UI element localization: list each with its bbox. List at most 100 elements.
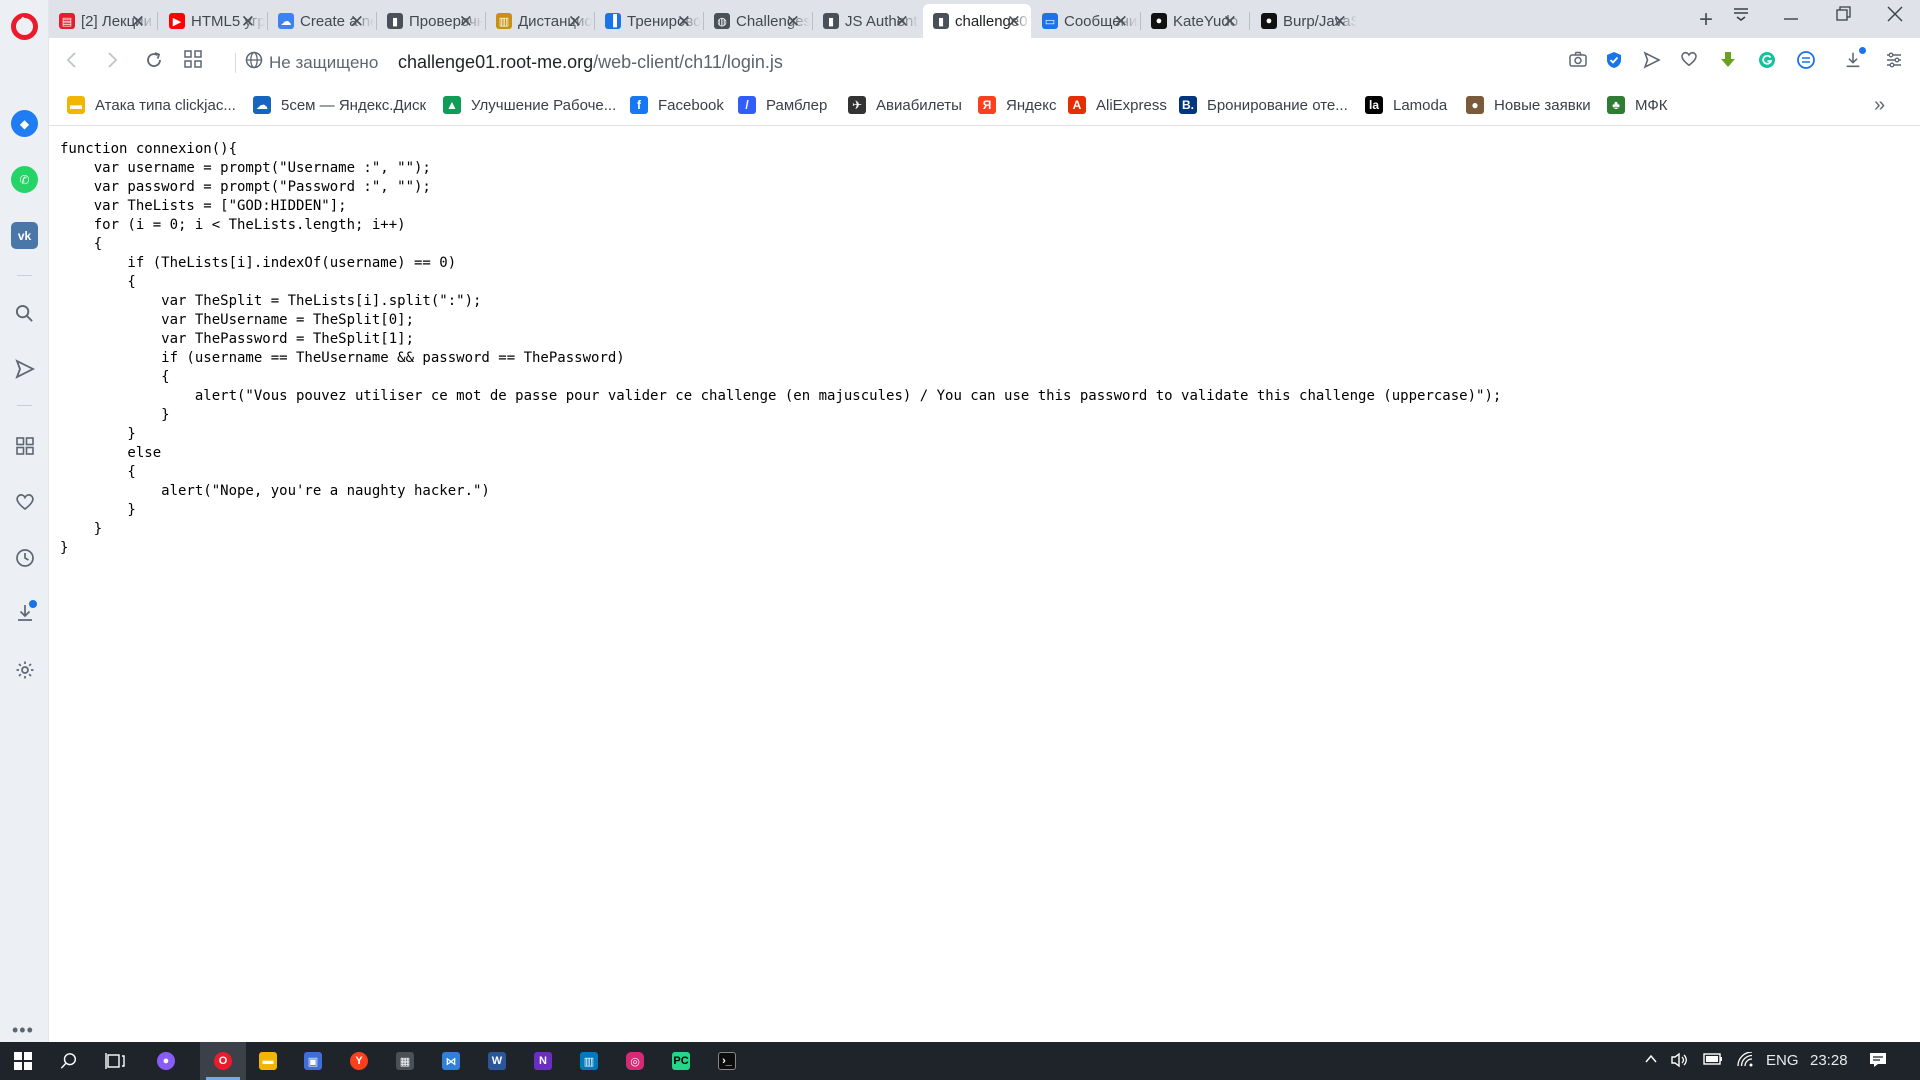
cortana-mic-icon[interactable]: ● [143,1042,189,1080]
wifi-icon[interactable] [1736,1051,1754,1072]
trello-icon[interactable]: ▥ [566,1042,612,1080]
bookmark-item[interactable]: ● Новые заявки [1466,96,1591,114]
code-line: var ThePassword = TheSplit[1]; [60,331,415,347]
tab[interactable]: ▐Тренировочный✕ [595,4,701,38]
code-line: alert("Vous pouvez utiliser ce mot de pa… [60,388,1502,404]
terminal-icon[interactable]: ›_ [704,1042,750,1080]
new-tab-button[interactable]: + [1699,6,1713,34]
history-clock-icon[interactable] [11,544,38,571]
downloads-icon[interactable] [1844,47,1866,74]
action-center-icon[interactable] [1869,1052,1887,1072]
clock-time[interactable]: 23:28 [1810,1052,1848,1069]
tab[interactable]: ● KateYudo ✕ [1141,4,1247,38]
close-tab-icon[interactable]: ✕ [1333,12,1347,32]
tab[interactable]: ▮ challenge01 ✕ [923,4,1031,38]
bookmark-heart-icon[interactable] [1680,51,1698,72]
vscode-icon[interactable]: ⋈ [428,1042,474,1080]
close-tab-icon[interactable]: ✕ [1114,12,1128,32]
tab[interactable]: ▤ [2] Лекции ✕ [49,4,155,38]
settings-gear-icon[interactable] [11,656,38,683]
extension-download-icon[interactable] [1719,51,1737,74]
messenger-icon[interactable]: ◆ [11,110,38,137]
search-icon[interactable] [11,300,38,327]
mfk-icon: ♣ [1607,96,1625,114]
close-tab-icon[interactable]: ✕ [895,12,909,32]
close-tab-icon[interactable]: ✕ [786,12,800,32]
tab-menu-icon[interactable] [1731,4,1751,30]
tab[interactable]: ●Burp/JavaScript✕ [1251,4,1357,38]
close-window-button[interactable] [1886,4,1904,30]
bookmark-label: Атака типа clickjac... [95,96,236,114]
tab-grid-icon[interactable] [184,50,202,74]
tab[interactable]: ◍ Challenges ✕ [704,4,810,38]
bookmark-item[interactable]: A AliExpress [1068,96,1167,114]
shield-check-icon[interactable] [1606,51,1622,74]
flow-send-icon[interactable] [1643,51,1661,74]
battery-icon[interactable] [1703,1052,1723,1070]
tab[interactable]: ▥Дистанционно✕ [486,4,592,38]
tab[interactable]: ☁Create a new✕ [268,4,374,38]
word-icon[interactable]: W [474,1042,520,1080]
security-status-label[interactable]: Не защищено [269,53,378,73]
calculator-icon[interactable]: ▦ [382,1042,428,1080]
restore-button[interactable] [1835,4,1853,30]
opera-logo-icon[interactable] [11,13,38,40]
yandex-browser-icon[interactable]: Y [336,1042,382,1080]
library-icon: ▥ [496,13,512,29]
globe-icon[interactable] [245,51,263,74]
pycharm-icon[interactable]: PC [658,1042,704,1080]
close-tab-icon[interactable]: ✕ [1007,12,1021,32]
camera-snapshot-icon[interactable] [1569,51,1587,72]
store-icon[interactable]: ▣ [290,1042,336,1080]
extension-grammarly-icon[interactable] [1758,51,1776,74]
tab[interactable]: ▮Проверочная✕ [377,4,483,38]
bookmark-item[interactable]: la Lamoda [1365,96,1447,114]
easy-setup-icon[interactable] [1885,51,1903,74]
bookmark-item[interactable]: ✈ Авиабилеты [848,96,962,114]
bookmark-item[interactable]: f Facebook [630,96,724,114]
close-tab-icon[interactable]: ✕ [677,12,691,32]
bookmark-item[interactable]: Я Яндекс [978,96,1056,114]
bookmark-item[interactable]: / Рамблер [738,96,827,114]
bookmark-item[interactable]: B. Бронирование оте... [1179,96,1348,114]
bookmark-item[interactable]: ▬ Атака типа clickjac... [67,96,236,114]
reload-button[interactable] [144,50,164,76]
task-view-icon[interactable] [92,1042,138,1080]
close-tab-icon[interactable]: ✕ [241,12,255,32]
extension-vpn-icon[interactable] [1797,51,1815,74]
code-line: } [60,407,170,423]
sidebar-more-icon[interactable]: ••• [12,1020,34,1041]
speed-dial-icon[interactable] [11,432,38,459]
close-tab-icon[interactable]: ✕ [568,12,582,32]
close-tab-icon[interactable]: ✕ [131,12,145,32]
search-icon[interactable] [46,1042,92,1080]
url-field[interactable]: challenge01.root-me.org/web-client/ch11/… [398,52,783,73]
minimize-button[interactable] [1782,4,1800,30]
volume-icon[interactable] [1670,1052,1688,1072]
back-button[interactable] [65,50,79,76]
close-tab-icon[interactable]: ✕ [350,12,364,32]
github-icon: ● [1151,13,1167,29]
downloads-icon[interactable] [11,599,38,626]
heart-icon[interactable] [11,488,38,515]
windows-start-icon[interactable] [0,1042,46,1080]
tab[interactable]: ▮JS Authentication✕ [813,4,919,38]
instagram-icon[interactable]: ◎ [612,1042,658,1080]
language-indicator[interactable]: ENG [1766,1052,1799,1069]
file-explorer-icon[interactable]: ▬ [245,1042,291,1080]
bookmark-item[interactable]: ▲ Улучшение Рабоче... [443,96,616,114]
close-tab-icon[interactable]: ✕ [459,12,473,32]
onenote-icon[interactable]: N [520,1042,566,1080]
bookmark-item[interactable]: ☁ 5сем — Яндекс.Диск [253,96,426,114]
close-tab-icon[interactable]: ✕ [1223,12,1237,32]
tray-overflow-chevron-icon[interactable] [1644,1052,1658,1070]
bookmarks-overflow-icon[interactable]: » [1874,94,1885,117]
tab[interactable]: ▭ Сообщения ✕ [1032,4,1138,38]
forward-button[interactable] [105,50,119,76]
vk-icon[interactable]: vk [11,222,38,249]
whatsapp-icon[interactable]: ✆ [11,166,38,193]
tab[interactable]: ▶HTML5 угрозы✕ [159,4,265,38]
bookmark-item[interactable]: ♣ МФК [1607,96,1667,114]
send-icon[interactable] [11,355,38,382]
opera-taskbar-icon[interactable]: O [200,1042,246,1080]
